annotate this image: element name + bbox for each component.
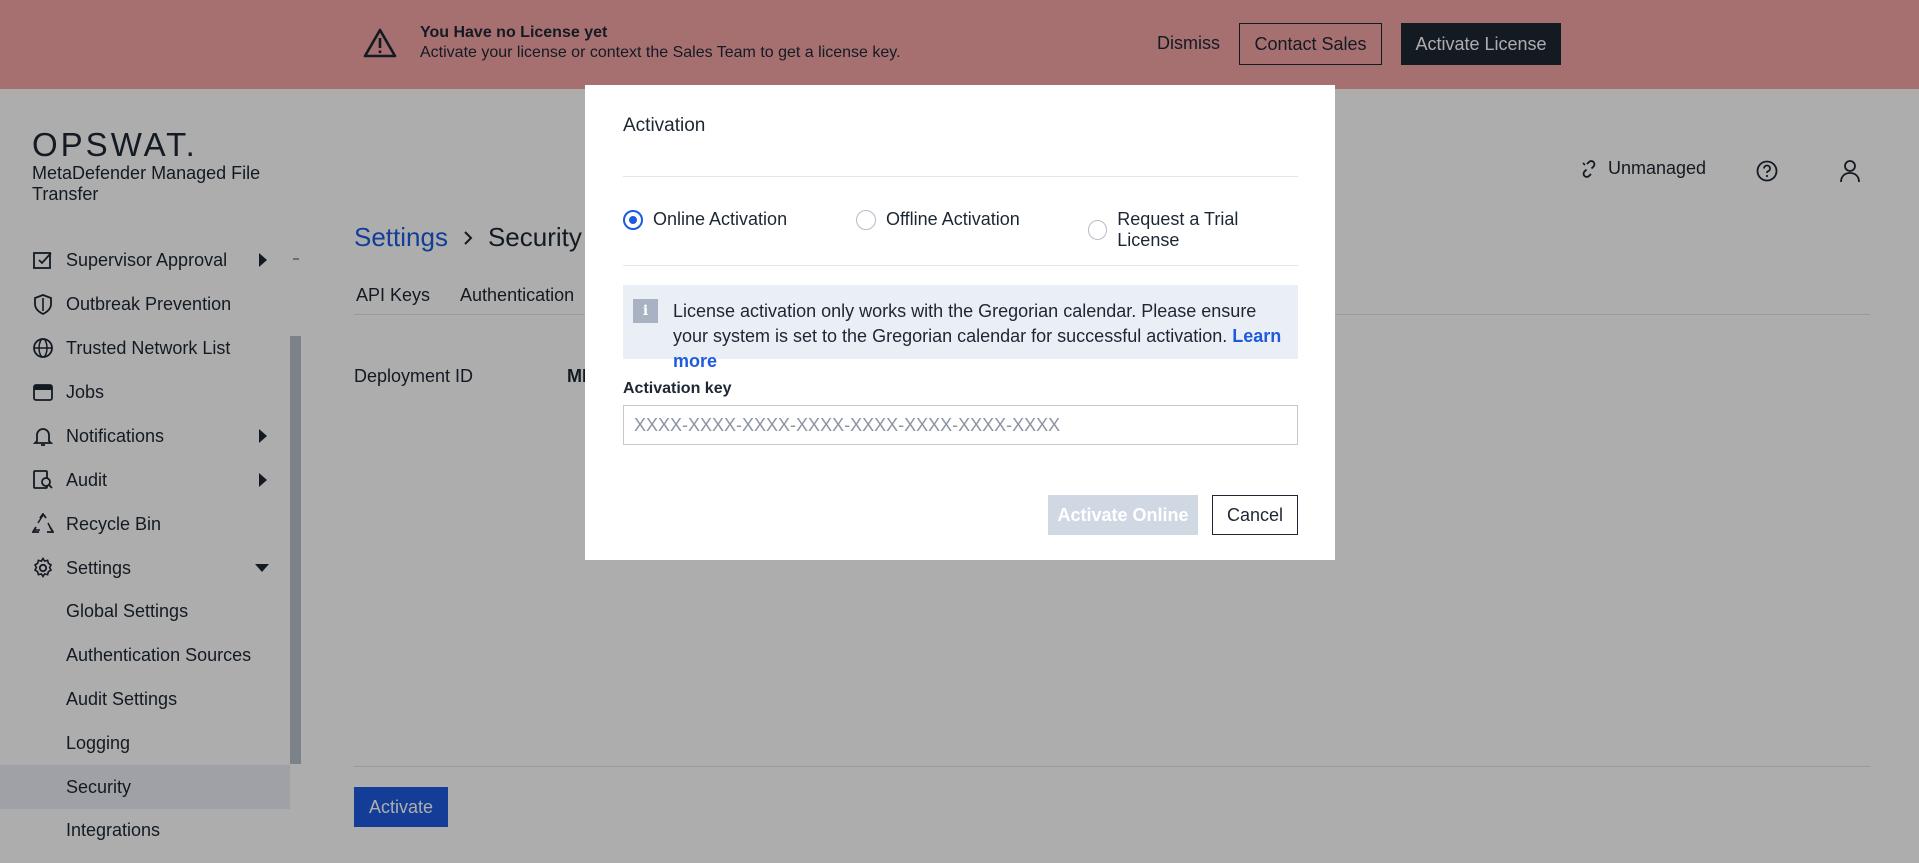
activation-dialog: Activation Online Activation Offline Act… — [585, 85, 1335, 560]
radio-offline-activation[interactable]: Offline Activation — [856, 209, 1020, 230]
dialog-divider — [623, 176, 1298, 177]
info-icon: i — [633, 299, 658, 323]
radio-button[interactable] — [856, 209, 876, 230]
activation-method-group: Online Activation Offline Activation Req… — [623, 209, 1298, 250]
activate-online-button[interactable]: Activate Online — [1048, 495, 1198, 535]
radio-button[interactable] — [1088, 220, 1108, 240]
radio-label: Online Activation — [653, 209, 788, 229]
activation-key-input[interactable] — [623, 405, 1298, 445]
cancel-button[interactable]: Cancel — [1212, 495, 1298, 535]
radio-online-activation[interactable]: Online Activation — [623, 209, 787, 230]
radio-label: Offline Activation — [886, 209, 1020, 229]
info-message: License activation only works with the G… — [673, 299, 1283, 374]
calendar-info-box: i License activation only works with the… — [623, 285, 1298, 371]
activation-key-label: Activation key — [623, 380, 732, 397]
radio-label: Request a Trial License — [1117, 209, 1239, 250]
radio-request-trial-license[interactable]: Request a Trial License — [1088, 209, 1298, 251]
dialog-divider — [623, 265, 1298, 266]
dialog-title: Activation — [623, 115, 706, 136]
info-message-text: License activation only works with the G… — [673, 301, 1257, 346]
radio-button-checked[interactable] — [623, 209, 643, 230]
